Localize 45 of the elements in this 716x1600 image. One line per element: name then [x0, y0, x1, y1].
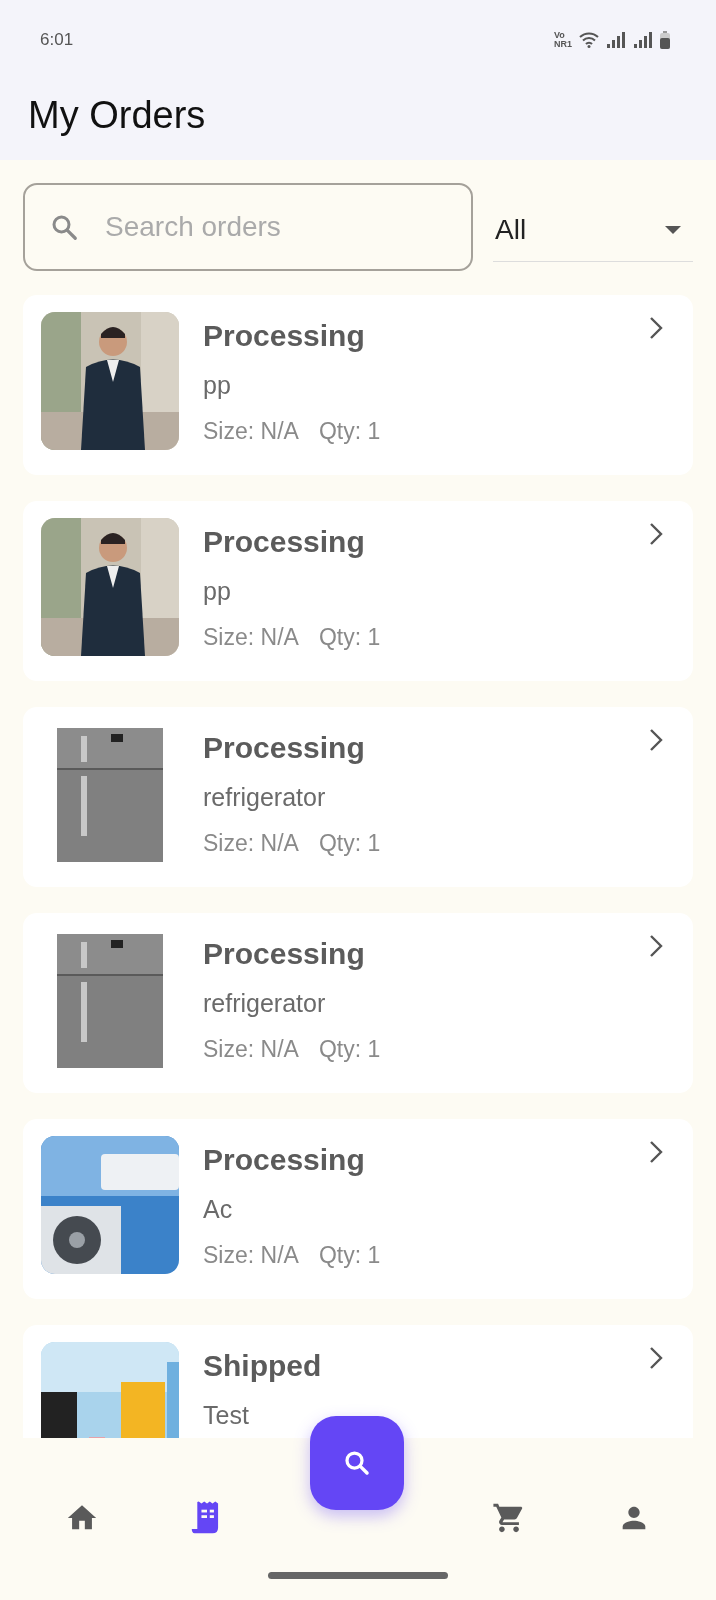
quantity-text: Qty: 1 [318, 623, 381, 652]
status-time: 6:01 [40, 30, 74, 50]
chevron-right-icon [649, 316, 663, 340]
order-status: Processing [203, 524, 366, 560]
order-card[interactable]: Shipped Test [23, 1325, 693, 1438]
order-card[interactable]: Processing pp Size: N/A Qty: 1 [23, 501, 693, 681]
order-card[interactable]: Processing Ac Size: N/A Qty: 1 [23, 1119, 693, 1299]
order-status: Processing [203, 936, 366, 972]
order-status: Processing [203, 1142, 366, 1178]
order-status: Shipped [203, 1348, 323, 1384]
signal-icon [606, 32, 626, 48]
filter-dropdown[interactable]: All [493, 198, 693, 262]
chevron-right-icon [649, 934, 663, 958]
product-name: pp [203, 370, 232, 401]
size-text: Size: N/A [203, 829, 299, 858]
product-name: Test [203, 1400, 250, 1431]
quantity-text: Qty: 1 [318, 1035, 381, 1064]
search-button[interactable] [309, 1416, 404, 1510]
dropdown-caret-icon [665, 225, 681, 234]
product-name: refrigerator [203, 782, 327, 813]
size-text: Size: N/A [203, 1035, 299, 1064]
quantity-text: Qty: 1 [318, 829, 381, 858]
quantity-text: Qty: 1 [318, 417, 381, 446]
battery-icon [660, 31, 670, 49]
order-status: Processing [203, 730, 366, 766]
signal-icon [633, 32, 653, 48]
product-name: refrigerator [203, 988, 327, 1019]
product-name: Ac [203, 1194, 234, 1225]
wifi-icon [579, 32, 599, 48]
order-status: Processing [203, 318, 366, 354]
quantity-text: Qty: 1 [318, 1241, 381, 1270]
chevron-right-icon [649, 1346, 663, 1370]
network-label: Vo NR1 [554, 31, 572, 49]
chevron-right-icon [649, 522, 663, 546]
order-card[interactable]: Processing refrigerator Size: N/A Qty: 1 [23, 707, 693, 887]
order-card[interactable]: Processing refrigerator Size: N/A Qty: 1 [23, 913, 693, 1093]
product-name: pp [203, 576, 232, 607]
size-text: Size: N/A [203, 623, 299, 652]
page-title: My Orders [27, 93, 207, 138]
order-card[interactable]: Processing pp Size: N/A Qty: 1 [23, 295, 693, 475]
chevron-right-icon [649, 1140, 663, 1164]
search-field[interactable]: Search orders [23, 183, 473, 271]
size-text: Size: N/A [203, 417, 299, 446]
chevron-right-icon [649, 728, 663, 752]
size-text: Size: N/A [203, 1241, 299, 1270]
